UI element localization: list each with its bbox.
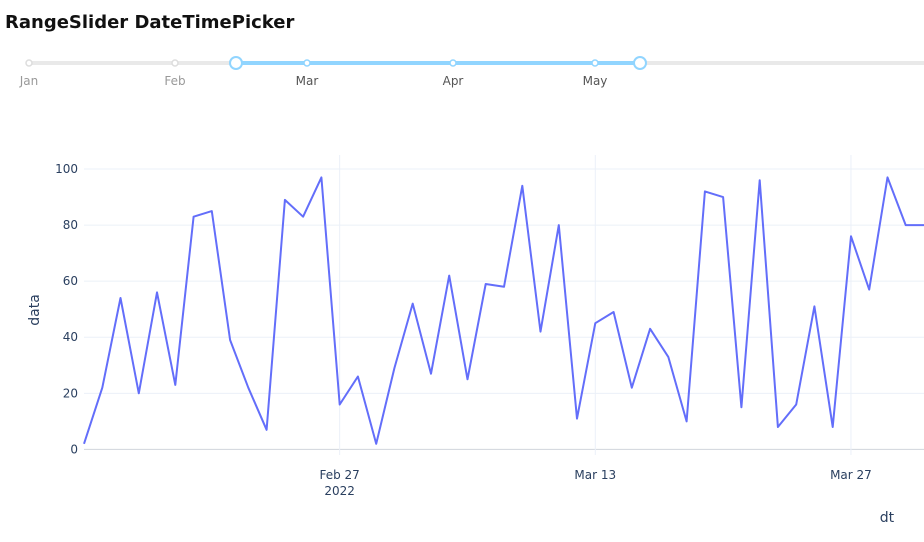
- x-gridlines: [339, 155, 852, 455]
- line-chart: 0 20 40 60 80 100 Feb 27 2022 Mar 13 Mar 27 data…: [27, 155, 924, 526]
- x-tick-labels: Feb 27 2022 Mar 13 Mar 27: [319, 468, 871, 498]
- y-tick-label: 20: [63, 386, 78, 400]
- y-tick-label: 80: [63, 218, 78, 232]
- y-tick-label: 40: [63, 330, 78, 344]
- y-tick-labels: 0 20 40 60 80 100: [55, 162, 78, 456]
- x-tick-label: Mar 13: [574, 468, 616, 482]
- y-tick-label: 60: [63, 274, 78, 288]
- series-line: [83, 176, 924, 445]
- x-axis-title: dt: [880, 510, 895, 526]
- x-tick-label: Feb 27: [319, 468, 359, 482]
- y-tick-label: 100: [55, 162, 78, 176]
- y-tick-label: 0: [70, 442, 78, 456]
- x-tick-label: Mar 27: [830, 468, 872, 482]
- y-axis-title: data: [27, 294, 43, 326]
- x-tick-year-label: 2022: [324, 484, 355, 498]
